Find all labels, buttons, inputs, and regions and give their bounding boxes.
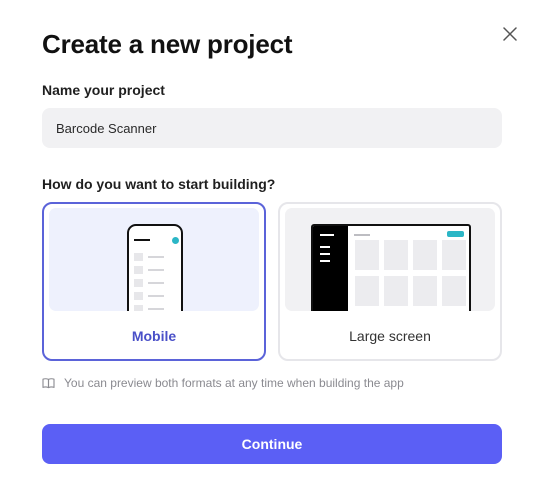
preview-note: You can preview both formats at any time…: [42, 376, 404, 390]
project-name-input[interactable]: [42, 108, 502, 148]
option-large-screen-label: Large screen: [349, 328, 431, 344]
desktop-preview-icon: [311, 224, 471, 311]
option-large-screen[interactable]: Large screen: [278, 202, 502, 361]
close-button[interactable]: [498, 22, 522, 46]
option-mobile-label: Mobile: [131, 328, 177, 344]
preview-note-text: You can preview both formats at any time…: [64, 376, 404, 390]
project-name-label: Name your project: [42, 82, 165, 98]
dialog-title: Create a new project: [42, 29, 293, 59]
mobile-preview: [49, 208, 259, 311]
create-project-dialog: Create a new project Name your project H…: [0, 0, 544, 501]
large-screen-preview: [285, 208, 495, 311]
option-mobile[interactable]: Mobile: [42, 202, 266, 361]
phone-preview-icon: [127, 224, 183, 311]
continue-button[interactable]: Continue: [42, 424, 502, 464]
close-icon: [503, 27, 517, 41]
start-building-label: How do you want to start building?: [42, 176, 276, 192]
book-icon: [42, 376, 56, 390]
